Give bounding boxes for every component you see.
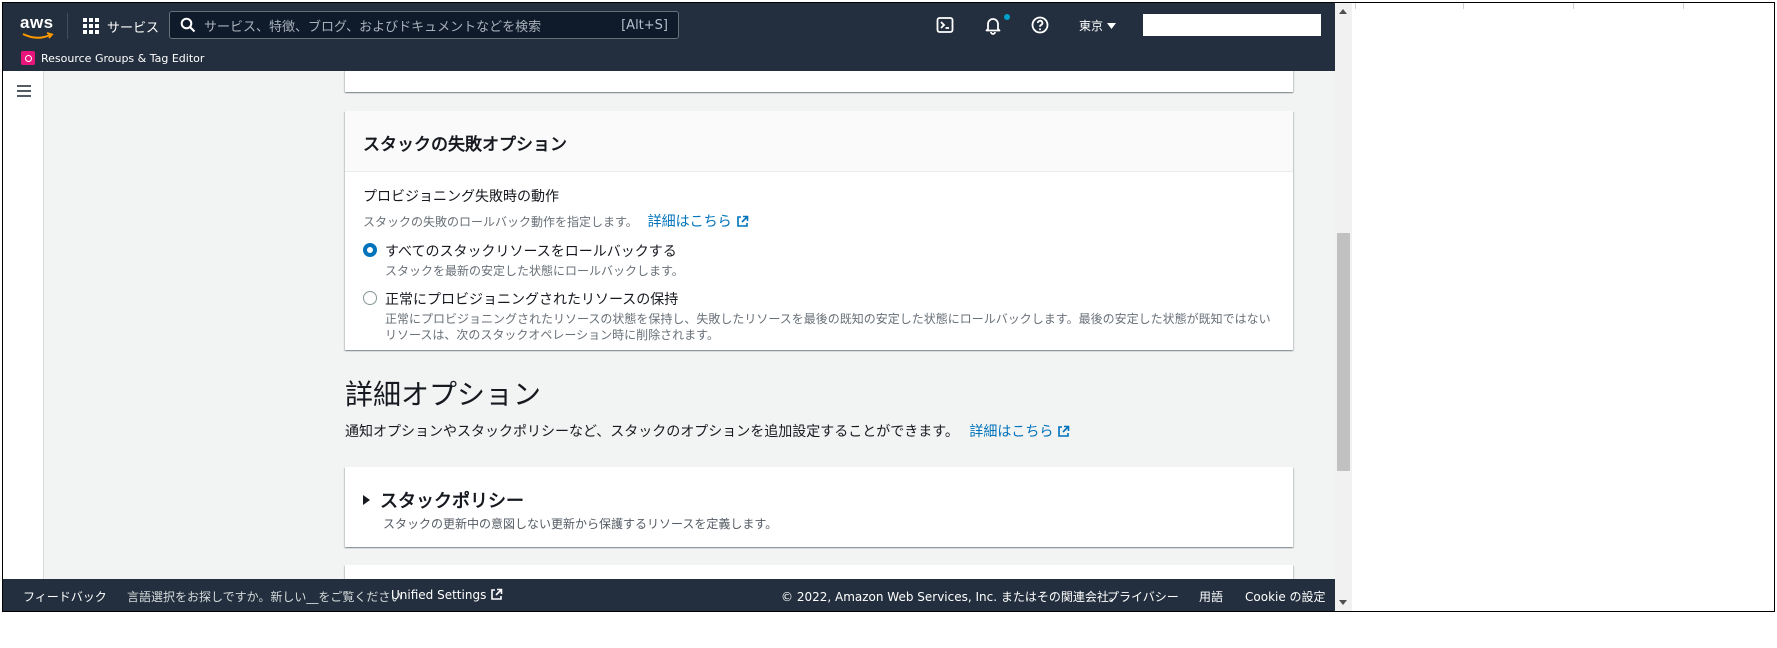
services-grid-icon (83, 18, 99, 34)
advanced-learn-more-link[interactable]: 詳細はこちら (969, 424, 1070, 440)
feedback-link[interactable]: フィードバック (23, 588, 107, 605)
advanced-options-description: 通知オプションやスタックポリシーなど、スタックのオプションを追加設定することがで… (345, 421, 1070, 441)
screen-frame: スタックの失敗オプション プロビジョニング失敗時の動作 スタックの失敗のロールバ… (2, 2, 1775, 612)
radio-option-preserve-resources[interactable]: 正常にプロビジョニングされたリソースの保持 正常にプロビジョニングされたリソース… (363, 289, 1275, 343)
caret-down-icon (1107, 22, 1117, 29)
radio-description: 正常にプロビジョニングされたリソースの状態を保持し、失敗したリソースを最後の既知… (385, 312, 1271, 342)
learn-more-link[interactable]: 詳細はこちら (648, 214, 749, 230)
bell-icon[interactable] (983, 15, 1003, 35)
background-gridline (1573, 3, 1574, 9)
copyright-text: © 2022, Amazon Web Services, Inc. またはその関… (781, 590, 1121, 604)
field-description: スタックの失敗のロールバック動作を指定します。 詳細はこちら (363, 211, 1275, 231)
aws-console: スタックの失敗オプション プロビジョニング失敗時の動作 スタックの失敗のロールバ… (3, 3, 1335, 611)
favorite-resource-groups[interactable]: Resource Groups & Tag Editor (21, 49, 204, 67)
radio-label: すべてのスタックリソースをロールバックする (385, 244, 677, 260)
language-prompt: 言語選択をお探しですか。新しい__をご覧ください (127, 590, 403, 604)
services-label: サービス (107, 20, 160, 36)
scroll-up-arrow[interactable] (1339, 9, 1347, 14)
learn-more-label: 詳細はこちら (969, 424, 1054, 440)
stack-policy-card: スタックポリシー スタックの更新中の意図しない更新から保護するリソースを定義しま… (345, 467, 1293, 547)
scrollbar-thumb[interactable] (1337, 233, 1350, 471)
learn-more-label: 詳細はこちら (647, 214, 732, 230)
resource-groups-icon (21, 51, 35, 65)
radio-option-rollback-all[interactable]: すべてのスタックリソースをロールバックする スタックを最新の安定した状態にロール… (363, 241, 1275, 279)
radio-button[interactable] (363, 291, 377, 305)
search-input[interactable]: サービス、特徴、ブログ、およびドキュメントなどを検索 [Alt+S] (169, 11, 679, 39)
hamburger-icon[interactable] (17, 85, 31, 100)
top-navigation: aws サービス サービス、特徴、ブログ、およびドキュメントなどを検索 [Alt… (3, 3, 1335, 71)
region-selector[interactable]: 東京 (1079, 17, 1117, 34)
favorite-label: Resource Groups & Tag Editor (41, 51, 205, 65)
terms-link[interactable]: 用語 (1199, 588, 1223, 605)
page-scrollbar[interactable] (1335, 3, 1352, 611)
background-gridline (1463, 3, 1464, 9)
side-navigation-strip (3, 71, 44, 611)
radio-description: スタックを最新の安定した状態にロールバックします。 (385, 264, 684, 278)
card-title: スタックの失敗オプション (345, 111, 1293, 172)
background-gridline (1355, 3, 1356, 9)
aws-smile-icon (22, 32, 54, 39)
field-description-text: スタックの失敗のロールバック動作を指定します。 (363, 215, 638, 229)
radio-button-selected[interactable] (363, 243, 377, 257)
stack-failure-options-card: スタックの失敗オプション プロビジョニング失敗時の動作 スタックの失敗のロールバ… (345, 111, 1293, 350)
nav-divider (67, 13, 68, 39)
search-shortcut: [Alt+S] (621, 17, 668, 33)
aws-logo[interactable]: aws (20, 13, 56, 39)
advanced-options-heading: 詳細オプション (345, 378, 542, 411)
search-icon (180, 17, 196, 33)
help-icon[interactable] (1030, 15, 1050, 35)
aws-logo-text: aws (20, 13, 54, 32)
unified-settings-link[interactable]: Unified Settings (391, 588, 503, 602)
console-footer: フィードバック 言語選択をお探しですか。新しい__をご覧ください Unified… (3, 579, 1335, 611)
privacy-link[interactable]: プライバシー (1107, 588, 1179, 605)
radio-label: 正常にプロビジョニングされたリソースの保持 (385, 292, 679, 308)
notification-dot (1004, 14, 1010, 20)
account-menu-button[interactable] (1143, 14, 1321, 36)
card-body: プロビジョニング失敗時の動作 スタックの失敗のロールバック動作を指定します。 詳… (345, 172, 1293, 357)
cookie-settings-link[interactable]: Cookie の設定 (1245, 588, 1326, 605)
stack-policy-title: スタックポリシー (380, 491, 524, 512)
stack-policy-description: スタックの更新中の意図しない更新から保護するリソースを定義します。 (383, 517, 778, 531)
stack-policy-toggle[interactable]: スタックポリシー (363, 487, 524, 513)
search-placeholder: サービス、特徴、ブログ、およびドキュメントなどを検索 (204, 19, 542, 35)
external-link-icon (491, 588, 503, 600)
region-label: 東京 (1079, 19, 1104, 33)
cloudshell-icon[interactable] (935, 15, 955, 35)
background-gridline (1683, 3, 1684, 9)
external-link-icon (1058, 425, 1070, 437)
scroll-down-arrow[interactable] (1339, 600, 1347, 605)
expand-triangle-icon (363, 495, 370, 505)
external-link-icon (736, 215, 748, 227)
services-menu-button[interactable]: サービス (83, 15, 159, 37)
unified-settings-label: Unified Settings (391, 588, 487, 602)
advanced-description-text: 通知オプションやスタックポリシーなど、スタックのオプションを追加設定することがで… (345, 424, 959, 440)
field-label: プロビジョニング失敗時の動作 (363, 189, 559, 205)
